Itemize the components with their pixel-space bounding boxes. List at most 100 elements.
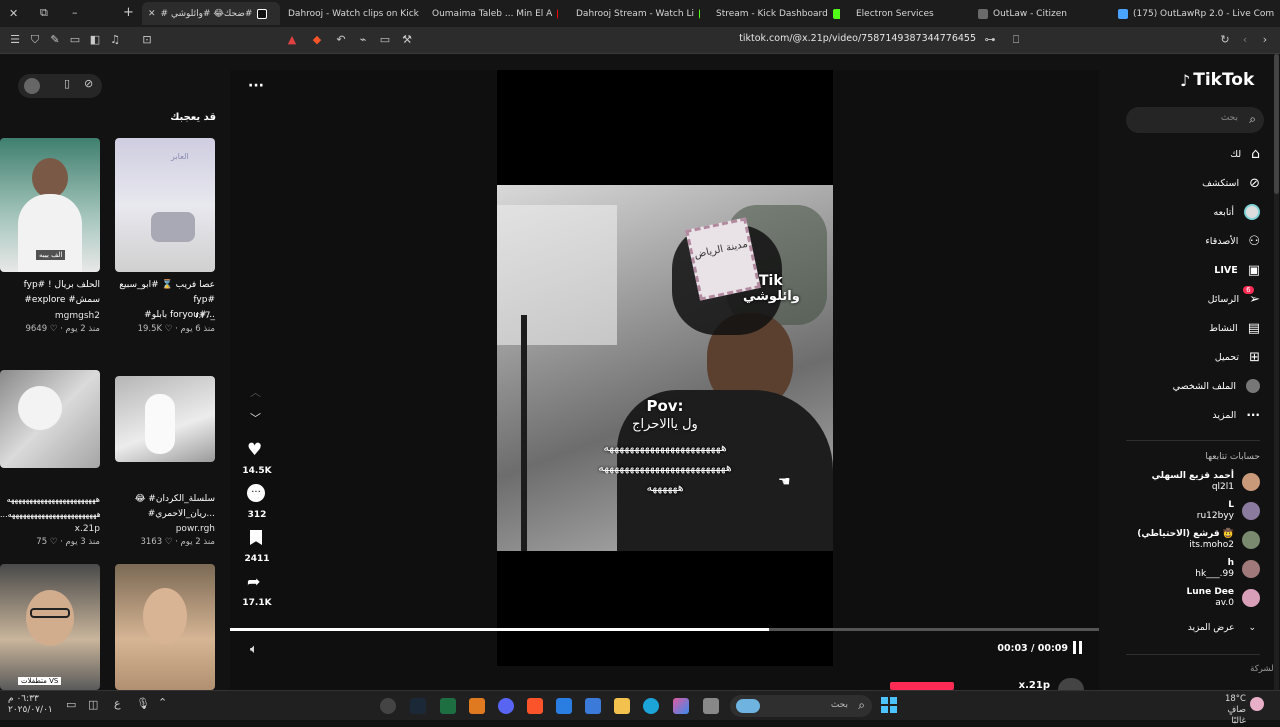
tab-youtube[interactable]: Oumaima Taleb ... Min El A xyxy=(426,2,558,25)
chevron-up-icon[interactable]: ⌃ xyxy=(158,696,167,709)
rec-video-user[interactable]: r.r7_ xyxy=(115,311,215,321)
following-account[interactable]: h hk___.99 xyxy=(1195,558,1260,580)
nav-explore[interactable]: استكشف ⊘ xyxy=(1202,172,1260,194)
more-options-icon[interactable]: ··· xyxy=(248,78,264,94)
rec-video-thumb[interactable]: العابر xyxy=(115,138,215,272)
like-icon[interactable]: ♥ xyxy=(247,440,262,460)
tab-tiktok[interactable]: ✕ #ضحك😂 #وائلوشي # xyxy=(142,2,280,25)
menu-icon[interactable]: ☰ xyxy=(8,33,22,47)
steam-icon[interactable] xyxy=(410,698,426,714)
tab-kick-stream[interactable]: Dahrooj Stream - Watch Li xyxy=(570,2,700,25)
nav-more[interactable]: المزيد ··· xyxy=(1212,404,1260,426)
task-view-icon[interactable] xyxy=(703,698,719,714)
notification-icon[interactable]: ▭ xyxy=(66,698,76,711)
tab-outlawrp[interactable]: (175) OutLawRp 2.0 - Live Com xyxy=(1112,2,1280,25)
close-window-icon[interactable]: ✕ xyxy=(9,7,18,20)
laptop-icon[interactable]: ▭ xyxy=(378,33,392,47)
back-icon[interactable]: ‹ xyxy=(1238,33,1252,47)
rec-video-title[interactable]: fyp# ! الحلف بريال #explore #سمش xyxy=(0,278,100,308)
rec-video-title[interactable]: 😂 #سلسلة_الكردان #ريان_الاحمري... xyxy=(115,492,215,522)
brave-icon[interactable] xyxy=(527,698,543,714)
nav-live[interactable]: LIVE ▣ xyxy=(1214,259,1260,281)
sidebar-icon[interactable]: ◧ xyxy=(88,33,102,47)
undo-icon[interactable]: ↶ xyxy=(334,33,348,47)
nav-profile[interactable]: الملف الشخصي xyxy=(1173,375,1260,397)
pen-icon[interactable]: ✎ xyxy=(48,33,62,47)
rec-video-thumb[interactable] xyxy=(115,564,215,690)
nav-upload[interactable]: تحميل ⊞ xyxy=(1215,346,1260,368)
taskbar-search[interactable]: بحث ⌕ xyxy=(730,695,872,717)
scrollbar[interactable] xyxy=(1274,54,1279,690)
tab-kick-clips[interactable]: Dahrooj - Watch clips on Kick xyxy=(282,2,422,25)
address-bar[interactable]: tiktok.com/@x.21p/video/7587149387344776… xyxy=(700,33,976,44)
language-indicator[interactable]: ع xyxy=(114,697,121,710)
reload-icon[interactable]: ↻ xyxy=(1218,33,1232,47)
tab-kick-dashboard[interactable]: Stream - Kick Dashboard xyxy=(710,2,840,25)
volume-icon[interactable]: 🔈︎ xyxy=(250,642,258,657)
comment-icon[interactable]: ··· xyxy=(247,484,265,502)
discord-icon[interactable] xyxy=(498,698,514,714)
compass-icon[interactable]: ⊘ xyxy=(84,77,93,90)
follow-button[interactable] xyxy=(890,682,954,690)
phone-icon[interactable]: ▯ xyxy=(64,77,70,90)
microphone-icon[interactable]: 🎙︎ xyxy=(136,697,150,710)
translate-icon[interactable]: ⌁ xyxy=(356,33,370,47)
scroll-down-icon[interactable]: ﹀ xyxy=(250,410,261,426)
shield-icon[interactable]: ⛉ xyxy=(28,33,42,47)
excel-icon[interactable] xyxy=(440,698,456,714)
rec-video-thumb[interactable] xyxy=(0,370,100,468)
tiktok-logo[interactable]: ♪ TikTok xyxy=(1180,70,1254,90)
forward-icon[interactable]: › xyxy=(1258,33,1272,47)
copilot-icon[interactable] xyxy=(673,698,689,714)
rec-video-title[interactable]: ههههههههههههههههههههههههه ...ههههههههههه… xyxy=(0,492,100,522)
clock[interactable]: ٠٦:٣٣ م ٢٠٢٥/٠٧/٠١ xyxy=(8,694,53,716)
company-link[interactable]: الشركة xyxy=(1250,664,1276,674)
share-icon[interactable]: ➦ xyxy=(247,572,260,591)
app-icon[interactable] xyxy=(556,698,572,714)
windows-start-icon[interactable] xyxy=(881,697,897,713)
following-account[interactable]: Lune Dee av.0 xyxy=(1187,587,1260,609)
video-player[interactable]: ··· مدينة الرياض Tik وائلوشي Pov: ول ياا… xyxy=(230,70,1099,690)
show-more-button[interactable]: عرض المزيد ⌄ xyxy=(1188,623,1256,633)
rec-video-thumb[interactable]: الف بيبه xyxy=(0,138,100,272)
close-tab-icon[interactable]: ✕ xyxy=(148,9,156,19)
nav-friends[interactable]: الأصدقاء ⚇ xyxy=(1205,230,1260,252)
scroll-up-icon[interactable]: ︿ xyxy=(250,384,261,400)
tab-electron[interactable]: Electron Services xyxy=(850,2,970,25)
edge-icon[interactable] xyxy=(643,698,659,714)
progress-track[interactable] xyxy=(230,628,1099,631)
following-account[interactable]: أحمد قزيع السهلي ql2l1 xyxy=(1152,471,1260,493)
search-icon[interactable]: ⌕ xyxy=(1249,112,1256,127)
brave-shield-icon[interactable]: ◆ xyxy=(310,33,324,47)
extension-icon[interactable]: ▲ xyxy=(285,33,299,47)
rec-video-thumb[interactable] xyxy=(115,376,215,462)
bookmark-icon[interactable] xyxy=(250,530,262,545)
video-area[interactable]: مدينة الرياض Tik وائلوشي Pov: ول ياالاحر… xyxy=(497,70,833,666)
scrollbar-thumb[interactable] xyxy=(1274,54,1279,194)
file-explorer-icon[interactable] xyxy=(614,698,630,714)
app-icon[interactable] xyxy=(380,698,396,714)
app-icon[interactable] xyxy=(585,698,601,714)
app-icon[interactable] xyxy=(469,698,485,714)
bottom-username[interactable]: x.21p xyxy=(1010,680,1050,690)
restore-icon[interactable]: ⧉ xyxy=(40,6,48,20)
weather-widget[interactable]: 18°C صافٍ غالبًا xyxy=(1210,694,1246,727)
following-account[interactable]: Lru12byy xyxy=(1197,500,1260,522)
rec-video-thumb[interactable]: متطفلات VS xyxy=(0,564,100,690)
rec-video-user[interactable]: powr.rgh xyxy=(115,524,215,534)
network-icon[interactable]: ◫ xyxy=(88,698,98,711)
rec-video-user[interactable]: mgmgsh2 xyxy=(0,311,100,321)
share-link-icon[interactable]: ⊶ xyxy=(983,33,997,47)
bookmark-icon[interactable]: ⎕ xyxy=(1009,33,1023,47)
minimize-icon[interactable]: – xyxy=(72,6,78,19)
window-icon[interactable]: ▭ xyxy=(68,33,82,47)
pause-icon[interactable] xyxy=(1072,641,1084,655)
search-box[interactable]: بحث ⌕ xyxy=(1126,107,1264,133)
nav-following[interactable]: أتابعه xyxy=(1214,201,1260,223)
nav-messages[interactable]: الرسائل ➢ 6 xyxy=(1208,285,1260,310)
nav-activity[interactable]: النشاط ▤ xyxy=(1209,317,1260,339)
rec-video-user[interactable]: x.21p xyxy=(0,524,100,534)
new-tab-icon[interactable]: + xyxy=(123,5,134,20)
music-icon[interactable]: ♫ xyxy=(108,33,122,47)
following-account[interactable]: قرشع (الاحتياطي) 🤠 its.moho2 xyxy=(1137,529,1260,551)
